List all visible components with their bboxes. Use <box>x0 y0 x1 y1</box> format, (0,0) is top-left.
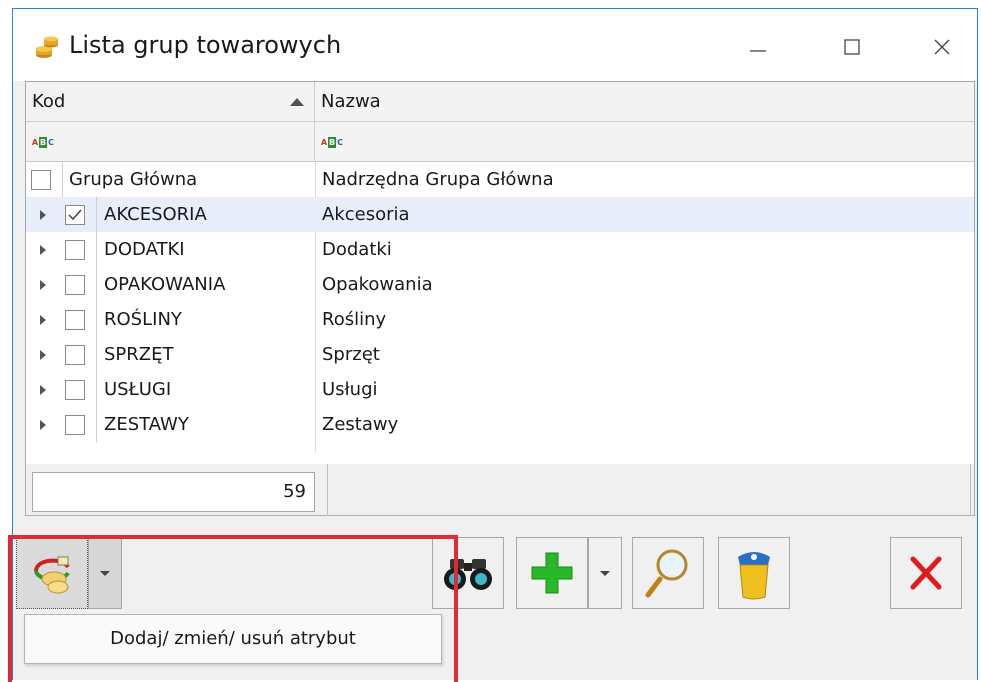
add-dropdown-button[interactable] <box>588 537 622 609</box>
maximize-icon <box>844 39 860 55</box>
row-checkbox[interactable] <box>65 345 85 365</box>
row-nazwa: Sprzęt <box>322 344 380 365</box>
row-kod: SPRZĘT <box>104 344 174 365</box>
filter-nazwa[interactable]: ABC <box>315 122 974 162</box>
tree-line <box>96 197 97 232</box>
row-checkbox[interactable] <box>65 240 85 260</box>
expand-arrow-icon[interactable] <box>40 280 46 290</box>
close-window-button[interactable] <box>919 27 965 67</box>
table-row[interactable]: USŁUGI Usługi <box>26 372 974 407</box>
tree-line <box>96 302 97 337</box>
row-kod: Grupa Główna <box>69 169 198 190</box>
grid-header: Kod Nazwa <box>26 82 974 122</box>
status-separator <box>970 464 971 516</box>
red-x-icon <box>910 556 942 590</box>
grid-rows: Grupa Główna Nadrzędna Grupa Główna AKCE… <box>26 162 974 442</box>
minimize-button[interactable] <box>735 27 781 67</box>
tree-line <box>96 372 97 407</box>
chevron-down-icon <box>600 570 610 576</box>
trash-bin-icon <box>738 552 770 600</box>
highlight-frame <box>8 535 458 682</box>
expand-arrow-icon[interactable] <box>40 210 46 220</box>
tree-line <box>96 337 97 372</box>
expand-arrow-icon[interactable] <box>40 350 46 360</box>
tree-line <box>62 162 63 197</box>
expand-arrow-icon[interactable] <box>40 385 46 395</box>
row-checkbox[interactable] <box>65 380 85 400</box>
row-nazwa: Nadrzędna Grupa Główna <box>322 169 554 190</box>
table-row[interactable]: ZESTAWY Zestawy <box>26 407 974 442</box>
close-button[interactable] <box>890 537 962 609</box>
window-title: Lista grup towarowych <box>69 31 342 59</box>
row-kod: OPAKOWANIA <box>104 274 226 295</box>
close-icon <box>934 39 950 55</box>
maximize-button[interactable] <box>829 27 875 67</box>
filter-kod[interactable]: ABC <box>26 122 315 162</box>
expand-arrow-icon[interactable] <box>40 245 46 255</box>
row-nazwa: Dodatki <box>322 239 392 260</box>
row-checkbox[interactable] <box>65 415 85 435</box>
row-kod: DODATKI <box>104 239 185 260</box>
row-nazwa: Akcesoria <box>322 204 410 225</box>
row-kod: ZESTAWY <box>104 414 189 435</box>
tree-line <box>96 267 97 302</box>
row-checkbox[interactable] <box>65 275 85 295</box>
text-filter-icon: ABC <box>320 137 343 148</box>
minimize-icon <box>750 50 766 52</box>
view-button[interactable] <box>632 537 704 609</box>
groups-grid[interactable]: Kod Nazwa ABC ABC Grupa Główna Nadrzędna… <box>25 81 975 465</box>
row-checkbox[interactable] <box>31 170 51 190</box>
expand-arrow-icon[interactable] <box>40 315 46 325</box>
record-count: 59 <box>32 472 315 512</box>
table-row[interactable]: AKCESORIA Akcesoria <box>26 197 974 232</box>
column-header-kod-label: Kod <box>32 91 66 112</box>
green-plus-icon <box>531 552 573 594</box>
row-checkbox[interactable] <box>65 205 85 225</box>
tree-line <box>96 407 97 442</box>
table-row[interactable]: SPRZĘT Sprzęt <box>26 337 974 372</box>
column-header-nazwa[interactable]: Nazwa <box>315 82 974 122</box>
delete-button[interactable] <box>718 537 790 609</box>
tree-line <box>96 232 97 267</box>
status-separator <box>327 464 328 516</box>
row-kod: AKCESORIA <box>104 204 207 225</box>
row-kod: ROŚLINY <box>104 309 182 330</box>
table-row[interactable]: ROŚLINY Rośliny <box>26 302 974 337</box>
text-filter-icon: ABC <box>31 137 54 148</box>
row-nazwa: Usługi <box>322 379 378 400</box>
row-checkbox[interactable] <box>65 310 85 330</box>
row-nazwa: Zestawy <box>322 414 399 435</box>
table-row[interactable]: DODATKI Dodatki <box>26 232 974 267</box>
row-kod: USŁUGI <box>104 379 172 400</box>
gold-coins-icon <box>35 33 59 59</box>
table-row[interactable]: OPAKOWANIA Opakowania <box>26 267 974 302</box>
sort-ascending-icon <box>290 98 304 106</box>
row-nazwa: Rośliny <box>322 309 387 330</box>
check-icon <box>68 209 82 221</box>
column-header-nazwa-label: Nazwa <box>321 91 381 112</box>
table-row-root[interactable]: Grupa Główna Nadrzędna Grupa Główna <box>26 162 974 197</box>
add-button[interactable] <box>516 537 588 609</box>
title-bar[interactable]: Lista grup towarowych <box>13 9 977 81</box>
expand-arrow-icon[interactable] <box>40 420 46 430</box>
filter-row: ABC ABC <box>26 122 974 162</box>
row-nazwa: Opakowania <box>322 274 433 295</box>
status-bar: 59 <box>25 464 975 516</box>
magnifier-icon <box>645 549 688 598</box>
column-header-kod[interactable]: Kod <box>26 82 315 122</box>
